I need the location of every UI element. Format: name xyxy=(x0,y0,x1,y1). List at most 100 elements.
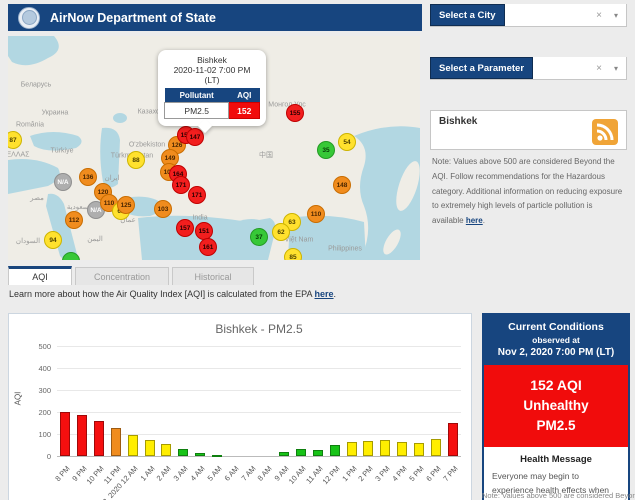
chart-y-tick-label: 500 xyxy=(23,342,51,351)
city-caret-down-icon[interactable]: ▾ xyxy=(614,11,618,20)
chart-bar xyxy=(296,449,306,456)
current-conditions-header: Current Conditions observed at Nov 2, 20… xyxy=(484,315,628,365)
chart-bar xyxy=(397,442,407,456)
current-pollutant: PM2.5 xyxy=(486,418,626,433)
current-aqi-box: 152 AQI Unhealthy PM2.5 xyxy=(484,365,628,447)
chart-bar xyxy=(380,440,390,457)
department-of-state-seal-icon xyxy=(18,7,40,29)
map-country-label: ΕΛΛΑΣ xyxy=(8,152,30,159)
chart-bar xyxy=(94,421,104,456)
bottom-note-clipped: Note: Values above 500 are considered Be… xyxy=(482,491,632,500)
aqi-map[interactable]: Bishkek 2020-11-02 7:00 PM (LT) Pollutan… xyxy=(8,36,420,260)
aqi-marker[interactable]: 103 xyxy=(154,200,172,218)
map-country-label: Украина xyxy=(42,110,69,117)
chart-bar xyxy=(414,443,424,456)
chart-bar xyxy=(195,453,205,456)
current-aqi-category: Unhealthy xyxy=(486,398,626,413)
aqi-marker[interactable]: 171 xyxy=(172,176,190,194)
chart-y-tick-label: 100 xyxy=(23,430,51,439)
learn-more-text: Learn more about how the Air Quality Ind… xyxy=(9,289,336,299)
chart-bar xyxy=(161,444,171,456)
map-country-label: اليمن xyxy=(87,235,103,243)
parameter-clear-icon[interactable]: × xyxy=(596,63,602,74)
chart-bar xyxy=(279,452,289,456)
aqi-bar-chart: Bishkek - PM2.5 AQI 01002003004005008 PM… xyxy=(8,313,472,500)
map-country-label: Việt Nam xyxy=(285,237,314,244)
aqi-marker[interactable]: 94 xyxy=(44,231,62,249)
chart-bar xyxy=(330,445,340,456)
chart-bar xyxy=(128,435,138,456)
aqi-marker[interactable]: 35 xyxy=(317,141,335,159)
chart-gridline xyxy=(57,346,461,347)
parameter-select-header: Select a Parameter xyxy=(430,57,533,79)
parameter-caret-down-icon[interactable]: ▾ xyxy=(614,64,618,73)
chart-y-tick-label: 200 xyxy=(23,408,51,417)
aqi-marker[interactable]: 147 xyxy=(186,128,204,146)
chart-bar xyxy=(313,450,323,456)
map-country-label: 中国 xyxy=(259,150,273,160)
aqi-marker[interactable]: 110 xyxy=(307,205,325,223)
tooltip-aqi-value: 152 xyxy=(229,103,260,119)
tooltip-table: Pollutant AQI PM2.5 152 xyxy=(164,88,260,119)
aqi-marker[interactable]: 136 xyxy=(79,168,97,186)
app-title: AirNow Department of State xyxy=(50,11,216,25)
aqi-marker[interactable]: 151 xyxy=(195,222,213,240)
health-message-title: Health Message xyxy=(484,454,628,465)
chart-title: Bishkek - PM2.5 xyxy=(57,322,461,336)
current-conditions-title: Current Conditions xyxy=(486,321,626,333)
map-country-label: Беларусь xyxy=(21,82,52,89)
aqi-marker[interactable]: 125 xyxy=(117,196,135,214)
map-country-label: السودان xyxy=(16,237,40,245)
aqi-marker[interactable]: 112 xyxy=(65,211,83,229)
chart-gridline xyxy=(57,412,461,413)
chart-bar xyxy=(60,412,70,456)
chart-gridline xyxy=(57,456,461,457)
chart-y-axis-label: AQI xyxy=(13,392,22,406)
aqi-marker[interactable]: 85 xyxy=(284,248,302,260)
aqi-marker[interactable]: 54 xyxy=(338,133,356,151)
chart-bar xyxy=(145,440,155,456)
chart-bar xyxy=(77,415,87,456)
aqi-marker[interactable]: 155 xyxy=(286,104,304,122)
city-clear-icon[interactable]: × xyxy=(596,10,602,21)
aqi-marker[interactable]: 148 xyxy=(333,176,351,194)
chart-y-tick-label: 0 xyxy=(23,452,51,461)
aqi-marker[interactable]: 88 xyxy=(127,151,145,169)
tab-aqi[interactable]: AQI xyxy=(8,266,72,285)
chart-gridline xyxy=(57,368,461,369)
current-aqi-value: 152 AQI xyxy=(486,377,626,393)
chart-bar xyxy=(363,441,373,456)
page: AirNow Department of State xyxy=(0,0,635,500)
chart-y-tick-label: 400 xyxy=(23,364,51,373)
map-country-label: O'zbekiston xyxy=(129,142,165,149)
current-conditions-panel: Current Conditions observed at Nov 2, 20… xyxy=(482,313,630,500)
city-select-box: Select a City Bishkek × ▾ xyxy=(430,4,627,27)
tooltip-city: Bishkek xyxy=(164,55,260,65)
map-country-label: India xyxy=(192,215,207,222)
learn-more-link[interactable]: here xyxy=(315,289,334,299)
tab-concentration[interactable]: Concentration xyxy=(75,267,169,285)
tooltip-datetime: 2020-11-02 7:00 PM xyxy=(164,65,260,75)
tooltip-col-pollutant: Pollutant xyxy=(165,88,229,103)
observed-at-value: Nov 2, 2020 7:00 PM (LT) xyxy=(486,347,626,358)
city-select-header: Select a City xyxy=(430,4,505,26)
app-header: AirNow Department of State xyxy=(8,4,422,31)
aqi-marker[interactable]: 37 xyxy=(250,228,268,246)
aqi-marker[interactable]: 62 xyxy=(272,223,290,241)
tooltip-pollutant-value: PM2.5 xyxy=(165,103,229,119)
map-country-label: مصر xyxy=(30,194,44,202)
tab-historical[interactable]: Historical xyxy=(172,267,254,285)
rss-feed-box: Bishkek xyxy=(430,110,627,150)
rss-icon[interactable] xyxy=(592,119,618,145)
map-country-label: România xyxy=(16,122,44,129)
map-country-label: ايران xyxy=(105,174,120,182)
chart-bar xyxy=(111,428,121,456)
aqi-marker[interactable]: 161 xyxy=(199,238,217,256)
aqi-marker[interactable]: 157 xyxy=(176,219,194,237)
sidebar-note: Note: Values above 500 are considered Be… xyxy=(432,155,624,229)
chart-y-tick-label: 300 xyxy=(23,386,51,395)
aqi-marker[interactable]: 171 xyxy=(188,186,206,204)
sidebar-note-link[interactable]: here xyxy=(466,216,483,225)
aqi-marker[interactable]: N/A xyxy=(54,173,72,191)
map-tooltip: Bishkek 2020-11-02 7:00 PM (LT) Pollutan… xyxy=(158,50,266,126)
